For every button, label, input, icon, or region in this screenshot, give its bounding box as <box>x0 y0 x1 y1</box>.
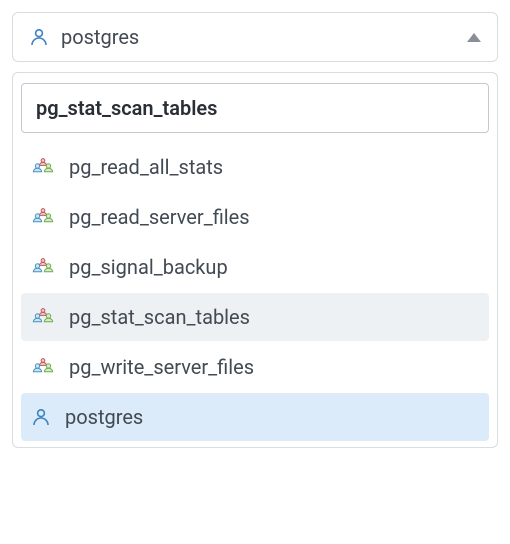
role-option-label: pg_write_server_files <box>69 355 254 379</box>
user-icon <box>31 407 51 427</box>
role-option[interactable]: pg_stat_scan_tables <box>21 293 489 341</box>
group-roles-icon <box>31 306 55 328</box>
role-option-label: pg_stat_scan_tables <box>69 305 250 329</box>
user-icon <box>29 27 49 47</box>
role-options-list: pg_read_all_stats pg_read_server_files pg_… <box>21 143 489 441</box>
role-option-label: pg_read_server_files <box>69 205 250 229</box>
role-option[interactable]: pg_read_server_files <box>21 193 489 241</box>
role-select-header[interactable]: postgres <box>12 12 498 62</box>
role-option[interactable]: pg_signal_backup <box>21 243 489 291</box>
role-option[interactable]: pg_read_all_stats <box>21 143 489 191</box>
group-roles-icon <box>31 356 55 378</box>
group-roles-icon <box>31 256 55 278</box>
role-option[interactable]: postgres <box>21 393 489 441</box>
role-option-label: pg_signal_backup <box>69 255 228 279</box>
role-select-selected-label: postgres <box>61 25 455 49</box>
group-roles-icon <box>31 156 55 178</box>
role-option-label: postgres <box>65 405 143 429</box>
role-search-box <box>21 83 489 133</box>
role-option[interactable]: pg_write_server_files <box>21 343 489 391</box>
chevron-up-icon <box>467 33 481 42</box>
role-search-input[interactable] <box>36 96 474 120</box>
role-option-label: pg_read_all_stats <box>69 155 223 179</box>
role-select-dropdown: pg_read_all_stats pg_read_server_files pg_… <box>12 72 498 448</box>
group-roles-icon <box>31 206 55 228</box>
